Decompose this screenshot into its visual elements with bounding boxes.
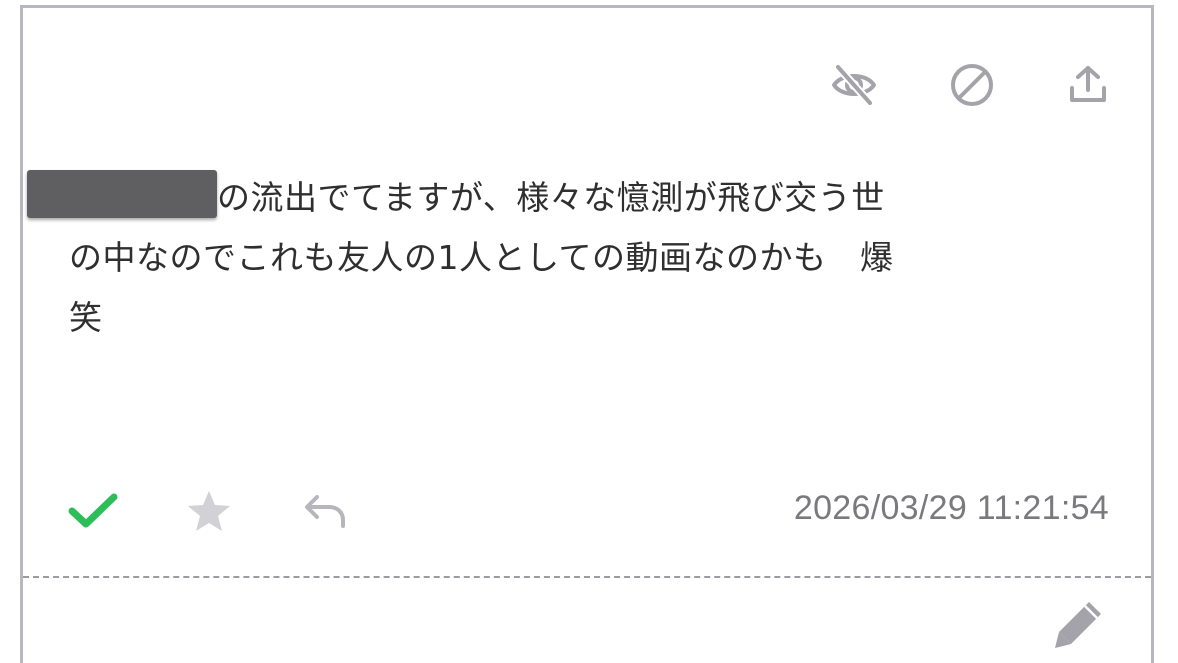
- block-icon[interactable]: [947, 60, 997, 110]
- checkmark-icon[interactable]: [65, 483, 121, 539]
- message-text: の流出でてますが、様々な憶測が飛び交う世 の中なのでこれも友人の1人としての動画…: [27, 168, 1109, 348]
- reply-icon[interactable]: [297, 483, 353, 539]
- message-line-1: の流出でてますが、様々な憶測が飛び交う世: [27, 168, 1109, 228]
- divider: [23, 576, 1151, 578]
- redacted-block: [27, 170, 217, 218]
- message-line-3: 笑: [69, 298, 103, 337]
- timestamp: 2026/03/29 11:21:54: [793, 489, 1109, 527]
- eye-off-icon[interactable]: [829, 60, 879, 110]
- star-icon[interactable]: [181, 483, 237, 539]
- pencil-icon[interactable]: [1049, 596, 1107, 654]
- share-upload-icon[interactable]: [1063, 60, 1113, 110]
- message-line-2: の中なのでこれも友人の1人としての動画なのかも 爆: [69, 238, 894, 277]
- message-card: の流出でてますが、様々な憶測が飛び交う世 の中なのでこれも友人の1人としての動画…: [20, 5, 1154, 663]
